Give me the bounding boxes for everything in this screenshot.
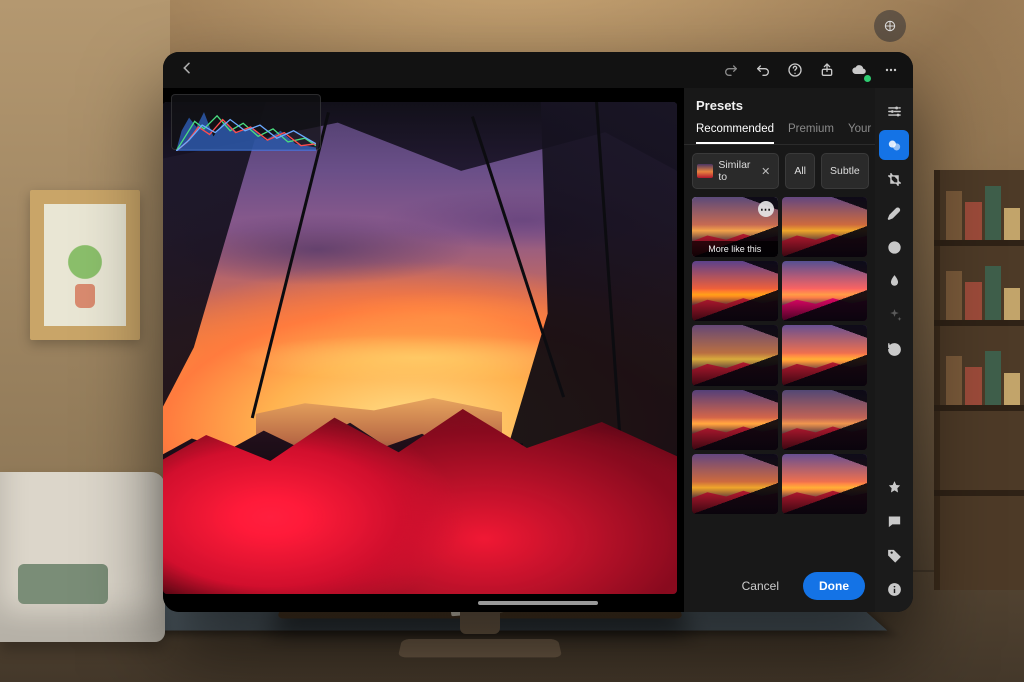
- adjust-sliders-button[interactable]: [879, 96, 909, 126]
- ellipsis-icon: [883, 62, 899, 78]
- home-indicator[interactable]: [478, 601, 598, 605]
- chip-similar-label: Similar to: [718, 159, 754, 183]
- preset-thumb-5[interactable]: [692, 325, 778, 385]
- app-window: Presets Recommended Premium Your Similar…: [163, 52, 913, 612]
- healing-brush-button[interactable]: [879, 198, 909, 228]
- presets-title: Presets: [684, 88, 875, 117]
- adjust-sliders-icon: [886, 103, 903, 120]
- dropper-icon: [886, 273, 903, 290]
- preset-thumb-1[interactable]: ⋯ More like this: [692, 197, 778, 257]
- chip-all[interactable]: All: [785, 153, 815, 189]
- dropper-button[interactable]: [879, 266, 909, 296]
- undo-icon: [755, 62, 771, 78]
- tab-recommended[interactable]: Recommended: [696, 123, 774, 144]
- chip-similar-to[interactable]: Similar to ✕: [692, 153, 779, 189]
- cancel-button[interactable]: Cancel: [726, 572, 795, 600]
- preset-more-icon[interactable]: ⋯: [758, 201, 774, 217]
- preset-thumb-6[interactable]: [782, 325, 868, 385]
- preset-thumb-10[interactable]: [782, 454, 868, 514]
- tool-rail: [875, 88, 913, 612]
- chip-subtle[interactable]: Subtle: [821, 153, 869, 189]
- preset-thumb-4[interactable]: [782, 261, 868, 321]
- presets-tabs: Recommended Premium Your: [684, 117, 875, 144]
- info-button[interactable]: [879, 574, 909, 604]
- wall-art-frame: [30, 190, 140, 340]
- share-button[interactable]: [815, 58, 839, 82]
- sync-ok-dot-icon: [863, 74, 872, 83]
- sparkle-icon: [886, 307, 903, 324]
- radial-mask-button[interactable]: [879, 232, 909, 262]
- comment-button[interactable]: [879, 506, 909, 536]
- crop-icon: [886, 171, 903, 188]
- preset-grid: ⋯ More like this: [684, 197, 875, 562]
- photo-canvas[interactable]: [163, 88, 683, 612]
- preset-thumb-9[interactable]: [692, 454, 778, 514]
- presets-panel: Presets Recommended Premium Your Similar…: [683, 88, 875, 612]
- preset-thumb-7[interactable]: [692, 390, 778, 450]
- healing-brush-icon: [886, 205, 903, 222]
- edited-photo: [163, 102, 677, 594]
- share-icon: [819, 62, 835, 78]
- preset-thumb-3[interactable]: [692, 261, 778, 321]
- presets-button[interactable]: [879, 130, 909, 160]
- help-button[interactable]: [783, 58, 807, 82]
- histogram-icon: [176, 99, 316, 151]
- back-button[interactable]: [173, 56, 201, 85]
- info-icon: [886, 581, 903, 598]
- done-button[interactable]: Done: [803, 572, 865, 600]
- cloud-sync-button[interactable]: [847, 58, 871, 82]
- comment-icon: [886, 513, 903, 530]
- plant-illustration-icon: [60, 222, 109, 307]
- crop-button[interactable]: [879, 164, 909, 194]
- history-icon: [886, 341, 903, 358]
- top-toolbar: [163, 52, 913, 88]
- favorite-star-icon: [886, 479, 903, 496]
- more-button[interactable]: [879, 58, 903, 82]
- favorite-button[interactable]: [879, 472, 909, 502]
- sofa: [0, 472, 165, 642]
- undo-button[interactable]: [751, 58, 775, 82]
- tab-yours[interactable]: Your: [848, 123, 871, 144]
- immersive-icon: [882, 18, 898, 34]
- radial-mask-icon: [886, 239, 903, 256]
- redo-icon: [723, 62, 739, 78]
- tag-icon: [886, 547, 903, 564]
- tab-premium[interactable]: Premium: [788, 123, 834, 144]
- histogram-overlay[interactable]: [171, 94, 321, 150]
- presets-icon: [886, 137, 903, 154]
- preset-thumb-8[interactable]: [782, 390, 868, 450]
- chevron-left-icon: [179, 60, 195, 76]
- preset-caption: More like this: [692, 241, 778, 257]
- help-icon: [787, 62, 803, 78]
- redo-button[interactable]: [719, 58, 743, 82]
- preset-thumb-2[interactable]: [782, 197, 868, 257]
- tag-button[interactable]: [879, 540, 909, 570]
- sparkle-button[interactable]: [879, 300, 909, 330]
- bookshelf: [934, 170, 1024, 590]
- environment-badge[interactable]: [874, 10, 906, 42]
- history-button[interactable]: [879, 334, 909, 364]
- chip-remove-icon[interactable]: ✕: [761, 165, 770, 178]
- chip-thumbnail-icon: [697, 164, 713, 178]
